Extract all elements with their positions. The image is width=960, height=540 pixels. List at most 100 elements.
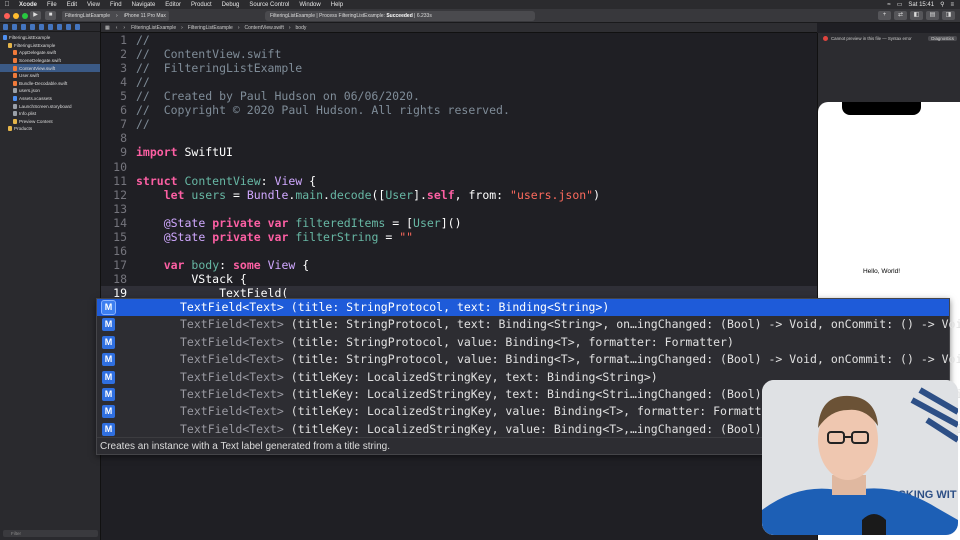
close-window-button[interactable] [4, 13, 10, 19]
navigator-item-label: User.swift [19, 73, 39, 79]
menu-window[interactable]: Window [294, 2, 325, 8]
menu-debug[interactable]: Debug [217, 2, 245, 8]
code-line[interactable]: 4 // [101, 75, 817, 89]
menu-edit[interactable]: Edit [62, 2, 82, 8]
file-icon [13, 111, 17, 117]
code-line[interactable]: 2 // ContentView.swift [101, 47, 817, 61]
test-icon[interactable] [48, 24, 53, 30]
completion-return-type: TextField<Text> [180, 421, 284, 436]
menu-source-control[interactable]: Source Control [244, 2, 294, 8]
navigator-item[interactable]: Info.plist [0, 110, 100, 118]
code-line[interactable]: 14 @State private var filteredItems = [U… [101, 216, 817, 230]
line-number: 10 [113, 159, 127, 174]
code-line[interactable]: 3 // FilteringListExample [101, 61, 817, 75]
code-line[interactable]: 5 // Created by Paul Hudson on 06/06/2020… [101, 89, 817, 103]
navigator-item[interactable]: Bundle-Decodable.swift [0, 80, 100, 88]
battery-icon[interactable]: ▭ [897, 1, 903, 8]
symbol-icon[interactable] [21, 24, 26, 30]
code-line[interactable]: 13 [101, 202, 817, 216]
issue-icon[interactable] [39, 24, 44, 30]
navigator-item[interactable]: AppDelegate.swift [0, 49, 100, 57]
code-line[interactable]: 1 // [101, 33, 817, 47]
code-line[interactable]: 9 import SwiftUI [101, 145, 817, 159]
completion-item[interactable]: M TextField<Text> (title: StringProtocol,… [97, 334, 949, 351]
line-number: 3 [120, 61, 127, 76]
code-line[interactable]: 11 struct ContentView: View { [101, 174, 817, 188]
toggle-debug-icon[interactable]: ▤ [926, 11, 939, 20]
library-plus-icon[interactable]: + [878, 11, 891, 20]
menu-app[interactable]: Xcode [14, 2, 42, 8]
code-line[interactable]: 8 [101, 131, 817, 145]
file-tree: FilteringListExample FilteringListExample… [0, 32, 100, 133]
completion-item[interactable]: M TextField<Text> (title: StringProtocol,… [97, 316, 960, 333]
source-control-icon[interactable] [12, 24, 17, 30]
run-button[interactable]: ▶ [30, 11, 41, 20]
code-line[interactable]: 12 let users = Bundle.main.decode([User]… [101, 188, 817, 202]
navigator-filter-field[interactable]: Filter [3, 530, 98, 537]
apple-icon[interactable]:  [0, 1, 14, 8]
navigator-item[interactable]: SceneDelegate.swift [0, 57, 100, 65]
menu-view[interactable]: View [82, 2, 105, 8]
menu-product[interactable]: Product [186, 2, 217, 8]
debug-icon[interactable] [57, 24, 62, 30]
zoom-window-button[interactable] [22, 13, 28, 19]
folder-icon[interactable] [3, 24, 8, 30]
clock[interactable]: Sat 15:41 [908, 2, 934, 8]
navigator-item[interactable]: Products [0, 125, 100, 133]
forward-icon[interactable]: › [123, 25, 125, 31]
menu-list-icon[interactable]: ≡ [950, 2, 954, 8]
menu-file[interactable]: File [42, 2, 62, 8]
jump-bar-crumb[interactable]: FilteringListExample [131, 25, 176, 31]
menu-find[interactable]: Find [105, 2, 127, 8]
report-icon[interactable] [75, 24, 80, 30]
search-icon[interactable]: ⚲ [940, 1, 944, 8]
device-name[interactable]: iPhone 11 Pro Max [124, 13, 166, 19]
source-editor[interactable]: 1 // 2 // ContentView.swift 3 // FilteringLis… [101, 33, 817, 540]
completion-item[interactable]: M TextField<Text> (title: StringProtocol,… [97, 351, 960, 368]
code-token: users [191, 187, 227, 202]
code-token: : [219, 257, 233, 272]
jump-bar-crumb[interactable]: FilteringListExample [188, 25, 233, 31]
navigator-item[interactable]: FilteringListExample [0, 42, 100, 50]
toggle-navigator-icon[interactable]: ◧ [910, 11, 923, 20]
menu-help[interactable]: Help [326, 2, 348, 8]
navigator-item[interactable]: Preview Content [0, 118, 100, 126]
code-line[interactable]: 6 // Copyright © 2020 Paul Hudson. All ri… [101, 103, 817, 117]
related-items-icon[interactable]: ▦ [105, 25, 110, 31]
navigator-item[interactable]: users.json [0, 87, 100, 95]
menu-editor[interactable]: Editor [160, 2, 186, 8]
toggle-inspector-icon[interactable]: ◨ [942, 11, 955, 20]
find-icon[interactable] [30, 24, 35, 30]
navigator-tabs [0, 23, 100, 32]
jump-bar-crumb[interactable]: ContentView.swift [244, 25, 283, 31]
navigator-item[interactable]: LaunchScreen.storyboard [0, 102, 100, 110]
code-line[interactable]: 15 @State private var filterString = "" [101, 230, 817, 244]
stop-button[interactable]: ■ [45, 11, 56, 20]
code-token: @State [163, 229, 206, 244]
navigator-item[interactable]: ContentView.swift [0, 64, 100, 72]
breakpoint-icon[interactable] [66, 24, 71, 30]
code-line[interactable]: 7 // [101, 117, 817, 131]
code-token: "" [399, 229, 414, 244]
navigator-item[interactable]: User.swift [0, 72, 100, 80]
jump-bar-crumb[interactable]: body [296, 25, 307, 31]
completion-item[interactable]: M TextField<Text> (title: StringProtocol,… [97, 299, 949, 317]
navigator-item[interactable]: Assets.xcassets [0, 95, 100, 103]
navigator-item[interactable]: FilteringListExample [0, 34, 100, 42]
minimize-window-button[interactable] [13, 13, 19, 19]
code-line[interactable]: 18 VStack { [101, 272, 817, 286]
code-token: @State [163, 215, 206, 230]
code-line[interactable]: 16 [101, 244, 817, 258]
code-line[interactable]: 10 [101, 160, 817, 174]
back-icon[interactable]: ‹ [116, 25, 118, 31]
wifi-icon[interactable]: ≈ [887, 2, 890, 8]
code-review-icon[interactable]: ⇄ [894, 11, 907, 20]
diagnostics-button[interactable]: Diagnostics [928, 35, 957, 41]
scheme-selector[interactable]: FilteringListExample › iPhone 11 Pro Max [62, 11, 169, 21]
scheme-name[interactable]: FilteringListExample [65, 13, 110, 19]
code-token: // Created by Paul Hudson on 06/06/2020. [136, 89, 420, 104]
code-line[interactable]: 17 var body: some View { [101, 258, 817, 272]
line-number: 14 [113, 215, 127, 230]
menu-navigate[interactable]: Navigate [127, 2, 161, 8]
